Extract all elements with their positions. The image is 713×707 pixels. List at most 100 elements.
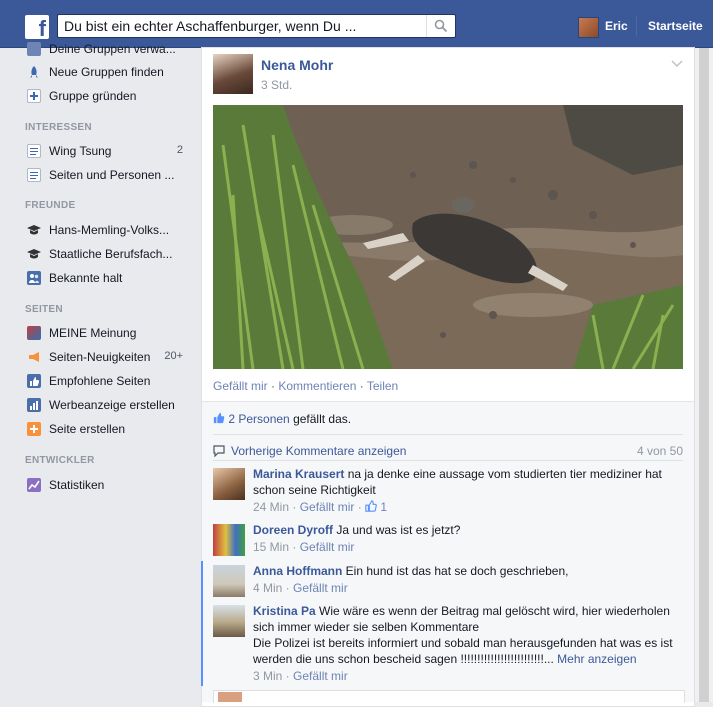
- list-icon: [27, 168, 41, 182]
- sidebar-item-meine-meinung[interactable]: MEINE Meinung: [27, 325, 195, 343]
- home-link[interactable]: Startseite: [648, 19, 703, 33]
- sidebar-item-create-ad[interactable]: Werbeanzeige erstellen: [27, 397, 195, 415]
- comment-time[interactable]: 24 Min: [253, 500, 289, 514]
- show-more-link[interactable]: Mehr anzeigen: [554, 652, 636, 666]
- sidebar-item-recommended-pages[interactable]: Empfohlene Seiten: [27, 373, 195, 391]
- post-timestamp[interactable]: 3 Std.: [261, 78, 292, 92]
- sidebar-item-page-news[interactable]: Seiten-Neuigkeiten 20+: [27, 349, 195, 367]
- comment-body: Marina Krausert na ja denke eine aussage…: [253, 466, 683, 498]
- share-link[interactable]: Teilen: [367, 379, 398, 393]
- sidebar-item-find-groups[interactable]: Neue Gruppen finden: [27, 64, 195, 82]
- sidebar-item-label: Bekannte halt: [49, 271, 123, 285]
- thumbs-up-icon: [365, 500, 377, 512]
- commenter-name[interactable]: Doreen Dyroff: [253, 523, 333, 537]
- rocket-icon: [27, 65, 41, 79]
- divider: [213, 434, 683, 435]
- comment-text: Ja und was ist es jetzt?: [333, 523, 461, 537]
- plus-icon: [27, 422, 41, 436]
- comment-link[interactable]: Kommentieren: [278, 379, 356, 393]
- chevron-down-icon[interactable]: [671, 57, 683, 71]
- commenter-avatar[interactable]: [213, 524, 245, 556]
- section-header-interests: INTERESSEN: [25, 122, 92, 133]
- commenter-avatar[interactable]: [213, 565, 245, 597]
- sidebar-item-create-page[interactable]: Seite erstellen: [27, 421, 195, 439]
- comment-time[interactable]: 4 Min: [253, 581, 282, 595]
- view-previous-comments-link[interactable]: Vorherige Kommentare anzeigen: [231, 444, 406, 458]
- top-separator: [636, 16, 637, 36]
- comment-meta: 24 Min · Gefällt mir · 1: [253, 500, 388, 514]
- sidebar-item-count: 20+: [164, 350, 183, 362]
- comment-body: Anna Hoffmann Ein hund ist das hat se do…: [253, 563, 683, 579]
- search-input[interactable]: Du bist ein echter Aschaffenburger, wenn…: [57, 14, 456, 38]
- comment-like-link[interactable]: Gefällt mir: [300, 540, 355, 554]
- facebook-logo-icon[interactable]: f: [25, 15, 49, 39]
- chart-icon: [27, 398, 41, 412]
- sidebar-item-your-groups[interactable]: Deine Gruppen verwa...: [27, 41, 195, 59]
- likes-suffix: gefällt das.: [289, 412, 352, 426]
- author-avatar[interactable]: [213, 54, 253, 94]
- post-photo[interactable]: [213, 105, 683, 369]
- stats-icon: [27, 478, 41, 492]
- comment-text: Wie wäre es wenn der Beitrag mal gelösch…: [253, 604, 670, 634]
- sidebar-item-label: Deine Gruppen verwa...: [49, 42, 176, 56]
- commenter-avatar[interactable]: [213, 605, 245, 637]
- current-user-avatar: [218, 692, 242, 702]
- graduation-icon: [27, 223, 41, 237]
- commenter-name[interactable]: Marina Krausert: [253, 467, 344, 481]
- sidebar-item-create-group[interactable]: Gruppe gründen: [27, 88, 195, 106]
- sidebar-item-count: 2: [176, 144, 183, 156]
- groups-icon: [27, 42, 41, 56]
- comment-like-link[interactable]: Gefällt mir: [293, 669, 348, 683]
- comment-bubble-icon: [213, 445, 225, 457]
- like-link[interactable]: Gefällt mir: [213, 379, 268, 393]
- scrollbar-thumb[interactable]: [699, 48, 709, 702]
- sidebar-item-pages-people[interactable]: Seiten und Personen ...: [27, 167, 195, 185]
- comment-text: Ein hund ist das hat se doch geschrieben…: [342, 564, 569, 578]
- section-header-pages: SEITEN: [25, 304, 63, 315]
- sidebar-item-wing-tsung[interactable]: Wing Tsung 2: [27, 143, 195, 161]
- comment-time[interactable]: 3 Min: [253, 669, 282, 683]
- write-comment-box[interactable]: [213, 690, 685, 703]
- likes-count-link[interactable]: 2 Personen: [228, 412, 289, 426]
- sidebar-item-label: Werbeanzeige erstellen: [49, 398, 175, 412]
- search-icon: [434, 19, 448, 33]
- graduation-icon: [27, 247, 41, 261]
- comment-count: 4 von 50: [636, 444, 683, 458]
- comment-like-link[interactable]: Gefällt mir: [293, 581, 348, 595]
- sidebar-item-bekannte[interactable]: Bekannte halt: [27, 270, 195, 288]
- people-icon: [27, 271, 41, 285]
- sidebar-item-label: Hans-Memling-Volks...: [49, 223, 170, 237]
- comment-like-count[interactable]: 1: [380, 500, 387, 514]
- section-header-friends: FREUNDE: [25, 200, 76, 211]
- search-value: Du bist ein echter Aschaffenburger, wenn…: [64, 18, 357, 34]
- commenter-avatar[interactable]: [213, 468, 245, 500]
- comment-like-link[interactable]: Gefällt mir: [300, 500, 355, 514]
- sidebar-item-label: MEINE Meinung: [49, 326, 137, 340]
- sidebar-item-label: Staatliche Berufsfach...: [49, 247, 173, 261]
- list-icon: [27, 144, 41, 158]
- commenter-name[interactable]: Anna Hoffmann: [253, 564, 342, 578]
- sidebar-item-label: Seite erstellen: [49, 422, 126, 436]
- plus-icon: [27, 89, 41, 103]
- search-button[interactable]: [426, 15, 455, 37]
- post-actions: Gefällt mir · Kommentieren · Teilen: [213, 379, 398, 393]
- sidebar-item-statistics[interactable]: Statistiken: [27, 477, 195, 495]
- comment-meta: 15 Min · Gefällt mir: [253, 540, 355, 554]
- sidebar-item-label: Statistiken: [49, 478, 105, 492]
- user-avatar[interactable]: [578, 17, 599, 38]
- divider: [213, 460, 683, 461]
- sidebar-item-label: Seiten und Personen ...: [49, 168, 175, 182]
- sidebar-item-hans-memling[interactable]: Hans-Memling-Volks...: [27, 222, 195, 240]
- comment-body: Doreen Dyroff Ja und was ist es jetzt?: [253, 522, 683, 538]
- sidebar-item-label: Wing Tsung: [49, 144, 112, 158]
- action-separator: ·: [267, 379, 279, 393]
- sidebar-item-berufsfach[interactable]: Staatliche Berufsfach...: [27, 246, 195, 264]
- user-name-link[interactable]: Eric: [605, 19, 628, 33]
- new-comments-indicator: [201, 561, 203, 686]
- sidebar-item-label: Neue Gruppen finden: [49, 65, 164, 79]
- post-author[interactable]: Nena Mohr: [261, 57, 333, 73]
- commenter-name[interactable]: Kristina Pa: [253, 604, 316, 618]
- thumbs-up-icon: [27, 374, 41, 388]
- action-separator: ·: [356, 379, 367, 393]
- comment-time[interactable]: 15 Min: [253, 540, 289, 554]
